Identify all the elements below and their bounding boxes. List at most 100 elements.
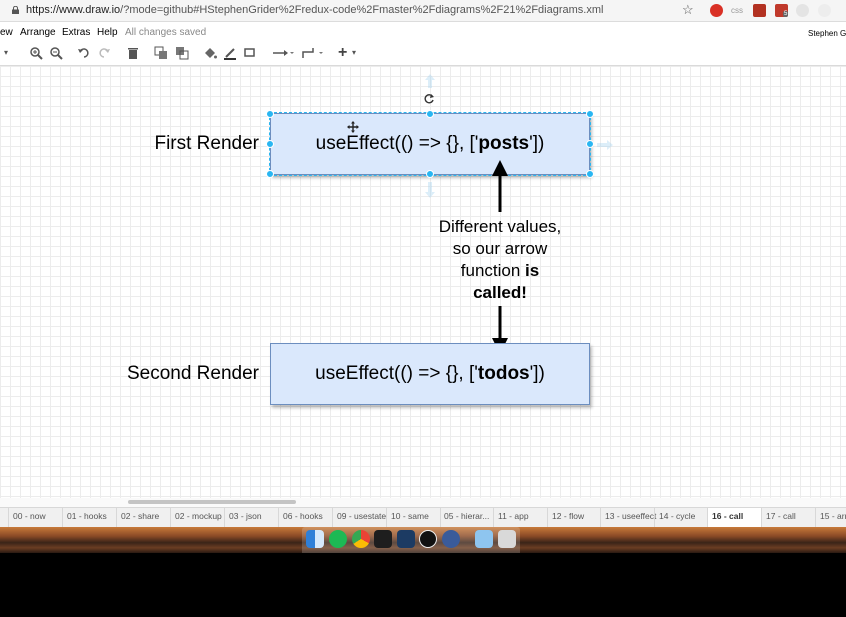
resize-handle-s[interactable] (426, 170, 434, 178)
note-line-3: function is (460, 261, 540, 280)
obs-icon[interactable] (419, 530, 437, 548)
menubar: ew Arrange Extras Help All changes saved… (0, 22, 846, 42)
page-tab[interactable]: 03 - json (229, 511, 262, 521)
resize-handle-ne[interactable] (586, 110, 594, 118)
note-line-4: called! (473, 283, 527, 302)
extension-light-icon[interactable] (818, 4, 831, 17)
css-extension-icon[interactable]: css (731, 4, 744, 17)
page-tab[interactable]: 11 - app (498, 511, 529, 521)
difference-note[interactable]: Different values, so our arrow function … (415, 216, 585, 304)
page-tab[interactable]: 05 - hierar... (444, 511, 489, 521)
tab-separator (815, 508, 816, 527)
menu-view[interactable]: ew (0, 27, 13, 38)
chrome-icon[interactable] (352, 530, 370, 548)
tab-separator (116, 508, 117, 527)
page-tab[interactable]: 02 - share (121, 511, 159, 521)
tab-separator (224, 508, 225, 527)
waypoints-icon[interactable] (301, 46, 323, 60)
page-tab[interactable]: 06 - hooks (283, 511, 323, 521)
browser-address-bar[interactable]: https://www.draw.io/?mode=github#HStephe… (0, 0, 846, 22)
tab-separator (278, 508, 279, 527)
fill-color-icon[interactable] (203, 46, 217, 60)
trash-icon[interactable] (498, 530, 516, 548)
bookmark-star-icon[interactable]: ☆ (682, 2, 694, 18)
resize-handle-nw[interactable] (266, 110, 274, 118)
insert-chevron-icon[interactable]: ▾ (352, 46, 356, 60)
resize-handle-w[interactable] (266, 140, 274, 148)
resize-handle-sw[interactable] (266, 170, 274, 178)
tab-separator (654, 508, 655, 527)
box2-text: useEffect(() => {}, ['todos']) (315, 363, 545, 384)
box1-text: useEffect(() => {}, ['posts']) (315, 133, 545, 154)
zoom-out-icon[interactable] (49, 46, 63, 60)
opera-extension-icon[interactable] (710, 4, 723, 17)
page-tab[interactable]: 13 - useeffect (605, 511, 656, 521)
insert-add-icon[interactable]: + (338, 45, 347, 61)
page-tab[interactable]: 10 - same (391, 511, 429, 521)
connection-style-icon[interactable] (272, 46, 294, 60)
page-tab[interactable]: 12 - flow (552, 511, 584, 521)
first-render-label[interactable]: First Render (140, 133, 259, 155)
note-line-2: so our arrow (452, 239, 548, 258)
resize-handle-e[interactable] (586, 140, 594, 148)
finder-icon[interactable] (306, 530, 324, 548)
lock-icon (12, 6, 19, 14)
macos-dock (0, 527, 846, 553)
tab-separator (62, 508, 63, 527)
menu-extras[interactable]: Extras (62, 27, 90, 38)
terminal-icon[interactable] (374, 530, 392, 548)
hover-arrow-right-icon[interactable] (597, 139, 613, 151)
page-tab[interactable]: 14 - cycle (659, 511, 695, 521)
resize-handle-n[interactable] (426, 110, 434, 118)
to-front-icon[interactable] (154, 46, 168, 60)
undo-icon[interactable] (77, 46, 91, 60)
menu-help[interactable]: Help (97, 27, 118, 38)
spotify-icon[interactable] (329, 530, 347, 548)
url-text[interactable]: https://www.draw.io/?mode=github#HStephe… (26, 4, 603, 16)
tab-separator (170, 508, 171, 527)
tab-separator (547, 508, 548, 527)
page-tabs: 00 - now 01 - hooks 02 - share 02 - mock… (0, 507, 846, 527)
second-render-box[interactable]: useEffect(() => {}, ['todos']) (270, 343, 590, 405)
chevron-down-icon[interactable]: ▾ (4, 46, 8, 60)
delete-icon[interactable] (126, 46, 140, 60)
user-name[interactable]: Stephen Gri (808, 29, 846, 38)
app-icon[interactable] (442, 530, 460, 548)
hover-arrow-up-icon[interactable] (424, 74, 436, 88)
horizontal-scrollbar[interactable] (0, 498, 846, 507)
tab-separator (332, 508, 333, 527)
diagram-canvas[interactable]: First Render Second Render useEffect(() … (0, 66, 846, 498)
rotate-handle-icon[interactable] (423, 93, 435, 105)
first-render-box[interactable]: useEffect(() => {}, ['posts']) (270, 113, 590, 175)
page-tab[interactable]: 17 - call (766, 511, 796, 521)
redo-icon[interactable] (97, 46, 111, 60)
page-tab[interactable]: 02 - mockup (175, 511, 222, 521)
tab-separator (761, 508, 762, 527)
scrollbar-thumb[interactable] (128, 500, 296, 504)
page-tab[interactable]: 09 - usestate (337, 511, 386, 521)
extension-grey-icon[interactable] (796, 4, 809, 17)
vscode-icon[interactable] (397, 530, 415, 548)
shadow-icon[interactable] (243, 46, 257, 60)
menu-arrange[interactable]: Arrange (20, 27, 56, 38)
resize-handle-se[interactable] (586, 170, 594, 178)
zoom-in-icon[interactable] (29, 46, 43, 60)
extension-badge: 5 (783, 11, 789, 17)
toolbar: ▾ + ▾ (0, 42, 846, 66)
to-back-icon[interactable] (175, 46, 189, 60)
ublock-extension-icon[interactable]: 5 (775, 4, 789, 17)
tab-separator (440, 508, 441, 527)
page-tab[interactable]: 00 - now (13, 511, 46, 521)
tab-separator (600, 508, 601, 527)
folder-icon[interactable] (475, 530, 493, 548)
line-color-icon[interactable] (223, 46, 237, 60)
page-tab[interactable]: 15 - arr (820, 511, 846, 521)
move-cursor-icon (347, 121, 359, 133)
second-render-label[interactable]: Second Render (110, 363, 259, 385)
page-tab[interactable]: 01 - hooks (67, 511, 107, 521)
extension-icon[interactable] (753, 4, 766, 17)
page-tab-active[interactable]: 16 - call (712, 511, 743, 521)
tab-separator (386, 508, 387, 527)
tab-separator (493, 508, 494, 527)
hover-arrow-down-icon[interactable] (424, 182, 436, 198)
